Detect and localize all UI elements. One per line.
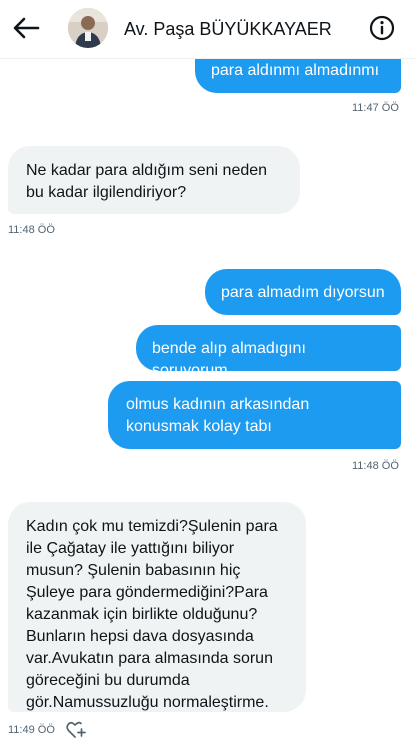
add-reaction-icon[interactable]	[66, 721, 86, 739]
incoming-message[interactable]: Ne kadar para aldığım seni neden bu kada…	[8, 146, 300, 214]
outgoing-message[interactable]: bende alıp almadıgını soruyorum	[136, 325, 401, 379]
message-timestamp: 11:48 ÖÖ	[352, 460, 399, 472]
outgoing-message[interactable]: olmus kadının arkasından konusmak kolay …	[108, 381, 401, 449]
message-timestamp: 11:48 ÖÖ	[8, 224, 55, 236]
incoming-message[interactable]: Kadın çok mu temizdi?Şulenin para ile Ça…	[8, 502, 306, 712]
info-icon[interactable]	[369, 15, 395, 41]
arrow-left-icon[interactable]	[12, 16, 40, 40]
avatar[interactable]	[68, 8, 108, 48]
outgoing-message[interactable]: para almadım dıyorsun	[205, 269, 401, 315]
message-timestamp: 11:47 ÖÖ	[352, 102, 399, 114]
contact-name[interactable]: Av. Paşa BÜYÜKKAYAER	[124, 19, 332, 40]
chat-header: Av. Paşa BÜYÜKKAYAER	[0, 0, 415, 59]
message-timestamp: 11:49 ÖÖ	[8, 724, 55, 736]
